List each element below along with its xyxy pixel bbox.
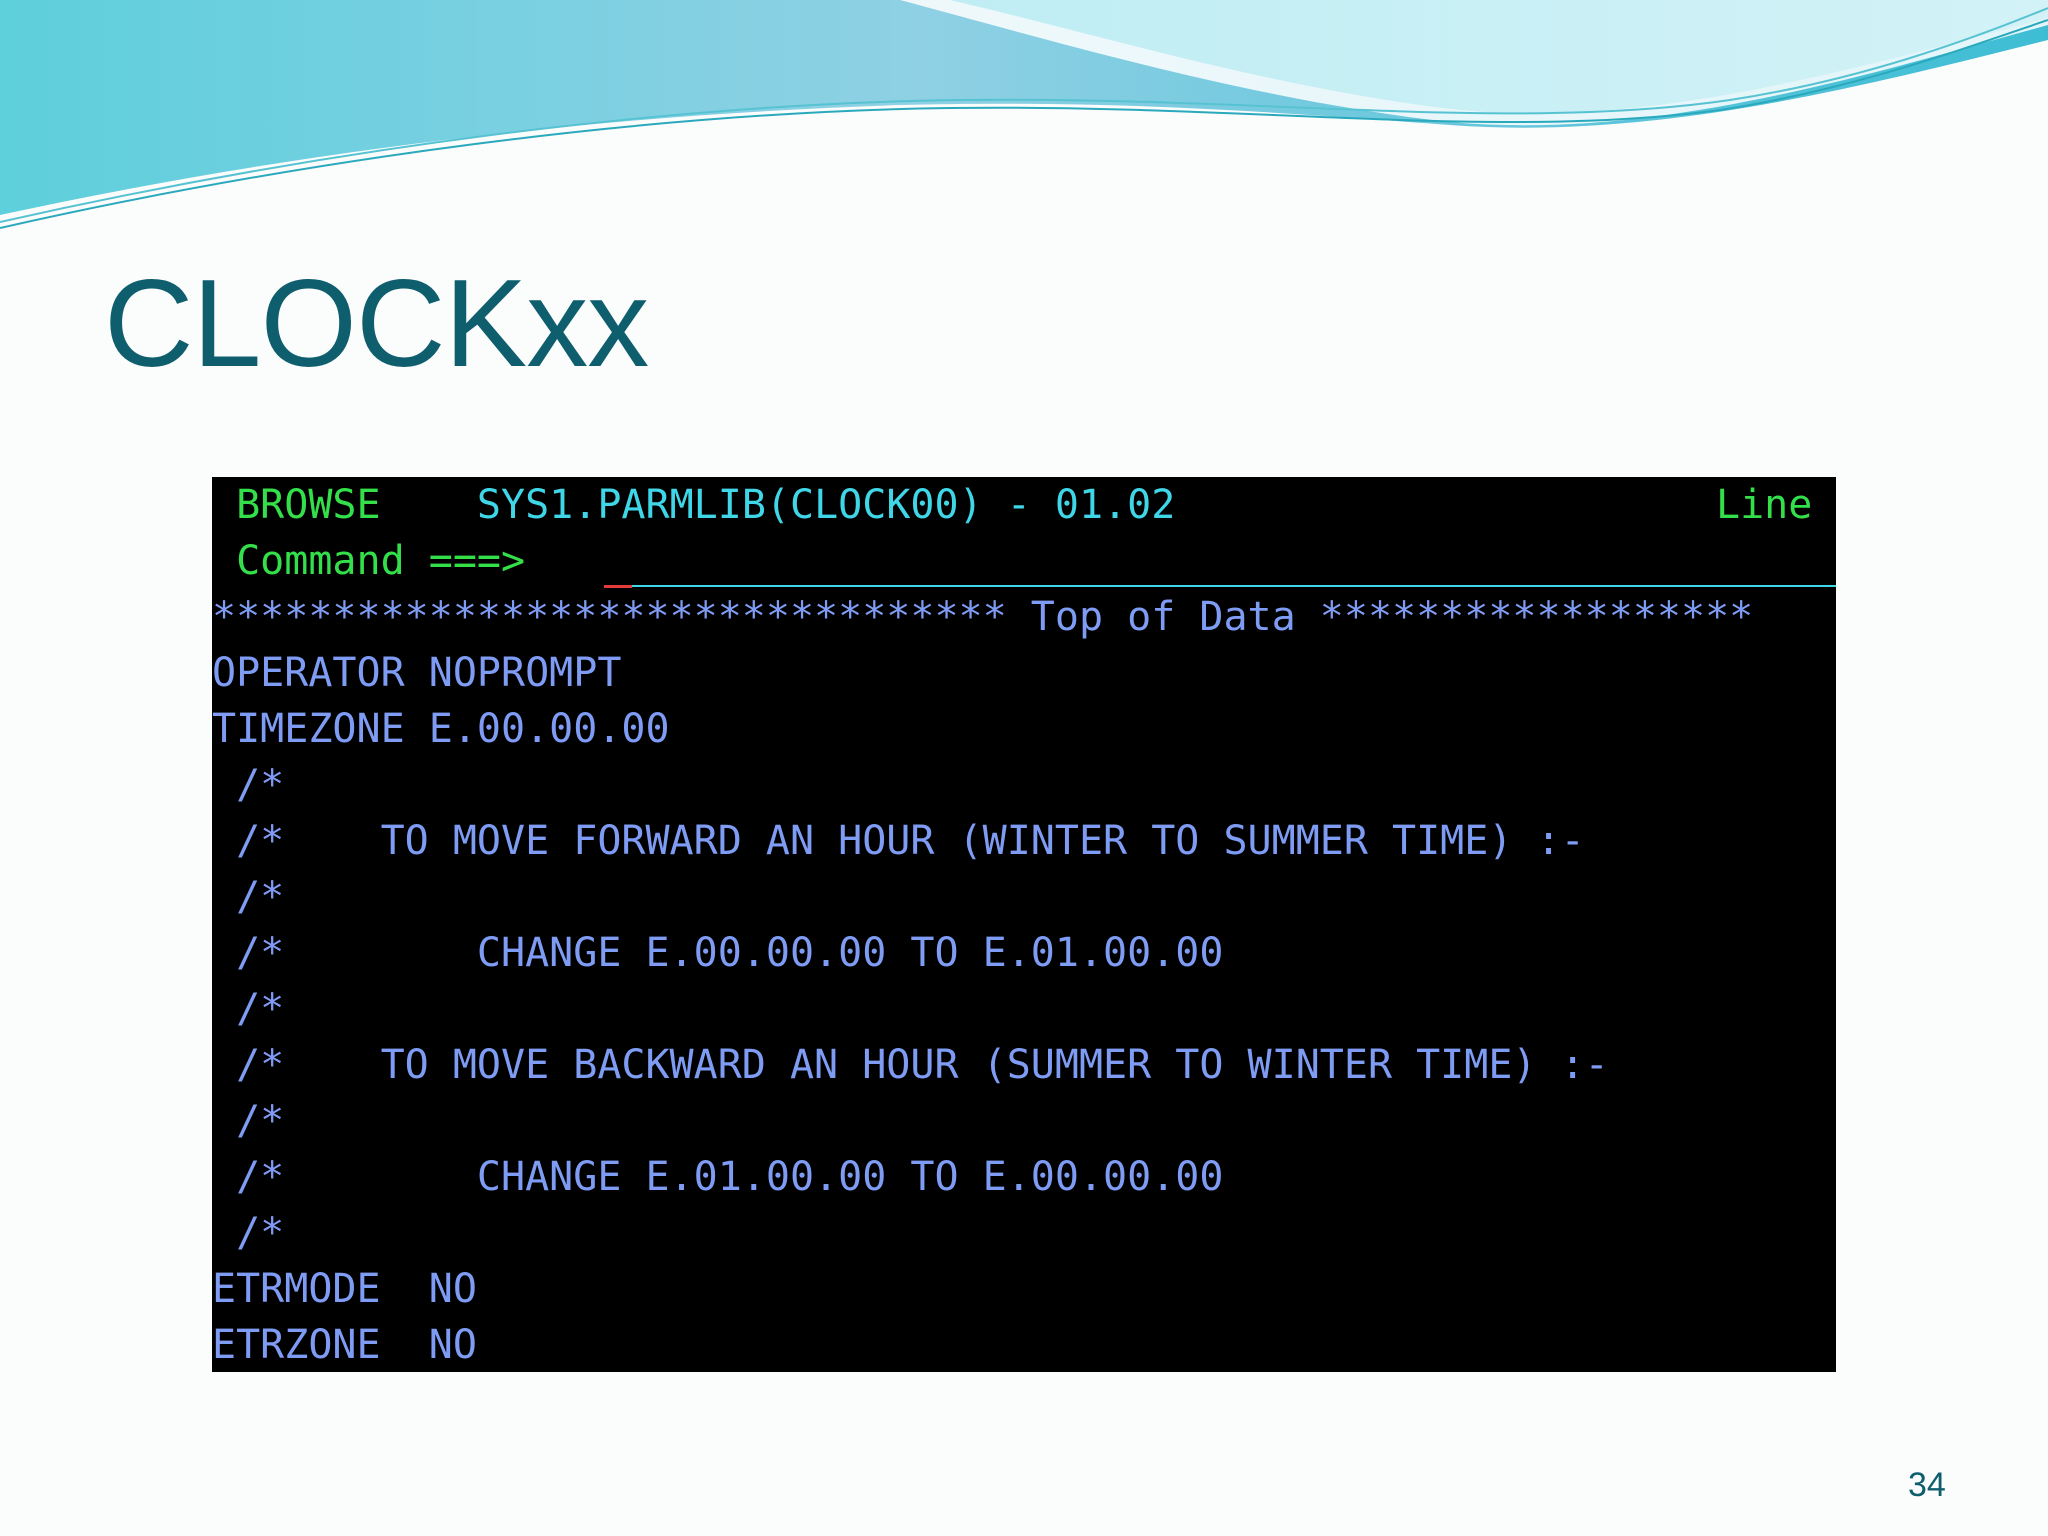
command-prompt: Command ===> [236, 538, 526, 584]
browse-mode-label: BROWSE [236, 482, 381, 528]
header-row: BROWSE SYS1.PARMLIB(CLOCK00) - 01.02 [212, 477, 1175, 533]
data-line: /* CHANGE E.01.00.00 TO E.00.00.00 [212, 1154, 1224, 1200]
command-cursor [604, 585, 632, 588]
data-line: ETRZONE NO [212, 1322, 477, 1368]
top-of-data-banner: ********************************* Top of… [212, 594, 1754, 640]
command-input[interactable] [632, 585, 1836, 587]
slide-title: CLOCKxx [104, 255, 649, 393]
decorative-wave-header [0, 0, 2048, 229]
data-line: /* CHANGE E.00.00.00 TO E.01.00.00 [212, 930, 1224, 976]
slide: CLOCKxx BROWSE SYS1.PARMLIB(CLOCK00) - 0… [0, 0, 2048, 1536]
data-line: /* TO MOVE FORWARD AN HOUR (WINTER TO SU… [212, 818, 1585, 864]
dataset-name: SYS1.PARMLIB(CLOCK00) - 01.02 [476, 482, 1176, 528]
ispf-browse-terminal: BROWSE SYS1.PARMLIB(CLOCK00) - 01.02 Lin… [212, 477, 1836, 1372]
data-line: /* [212, 1210, 285, 1256]
data-line: /* [212, 986, 285, 1032]
page-number: 34 [1908, 1466, 1946, 1504]
data-line: TIMEZONE E.00.00.00 [212, 706, 670, 752]
data-line: /* TO MOVE BACKWARD AN HOUR (SUMMER TO W… [212, 1042, 1609, 1088]
data-line: OPERATOR NOPROMPT [212, 650, 622, 696]
data-line: /* [212, 874, 285, 920]
data-line: /* [212, 762, 285, 808]
data-line: ETRMODE NO [212, 1266, 477, 1312]
data-line: /* [212, 1098, 285, 1144]
line-indicator-label: Line [1716, 482, 1813, 528]
